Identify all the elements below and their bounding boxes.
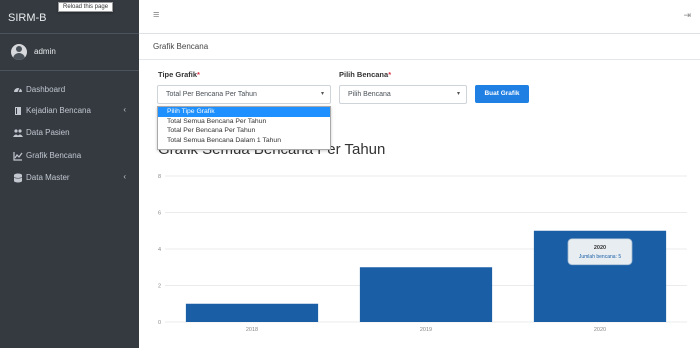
bar-chart: 2018 2019 2020 0 2 4 6 8 2020 Jumlah bencana: … <box>158 174 687 333</box>
chart-type-select[interactable]: Total Per Bencana Per Tahun ▾ <box>157 85 331 104</box>
required-mark: * <box>388 70 392 79</box>
brand-link[interactable]: SIRM-B Reload this page <box>0 0 139 34</box>
tooltip-text: Jumlah bencana: 5 <box>579 254 621 260</box>
required-mark: * <box>197 70 200 79</box>
sidebar-item-kejadian-bencana[interactable]: Kejadian Bencana ‹ <box>0 101 139 121</box>
x-tick-label: 2019 <box>420 327 432 333</box>
chevron-down-icon: ▾ <box>456 91 460 97</box>
sidebar-item-label: Dashboard <box>26 85 66 94</box>
chart-type-dropdown[interactable]: Pilih Tipe Grafik Total Semua Bencana Pe… <box>157 106 331 150</box>
dropdown-option[interactable]: Total Semua Bencana Dalam 1 Tahun <box>158 136 330 146</box>
disaster-label: Pilih Bencana* <box>339 70 392 79</box>
page-header: Grafik Bencana <box>139 34 700 60</box>
sidebar-item-dashboard[interactable]: Dashboard <box>0 80 139 100</box>
sidebar-item-grafik-bencana[interactable]: Grafik Bencana <box>0 146 139 166</box>
x-tick-label: 2020 <box>594 327 606 333</box>
sidebar-item-label: Data Pasien <box>26 128 70 137</box>
chart-line-icon <box>13 152 23 161</box>
database-icon <box>13 173 23 183</box>
tachometer-icon <box>14 87 22 93</box>
sidebar-item-label: Data Master <box>26 173 70 182</box>
chart-tooltip: 2020 Jumlah bencana: 5 <box>567 238 633 266</box>
bar-2018[interactable] <box>185 303 319 322</box>
chart-type-value: Total Per Bencana Per Tahun <box>166 91 257 98</box>
chevron-down-icon: ▾ <box>320 91 324 97</box>
page-title: Grafik Bencana <box>153 42 209 51</box>
users-icon <box>13 129 23 137</box>
disaster-select[interactable]: Pilih Bencana ▾ <box>339 85 467 104</box>
dropdown-option[interactable]: Pilih Tipe Grafik <box>158 107 330 117</box>
user-name: admin <box>34 47 56 56</box>
sidebar-item-data-pasien[interactable]: Data Pasien <box>0 123 139 143</box>
create-chart-button[interactable]: Buat Grafik <box>475 85 529 103</box>
y-tick-label: 2 <box>158 284 161 290</box>
chevron-left-icon: ‹ <box>123 172 126 181</box>
disaster-value: Pilih Bencana <box>348 91 391 98</box>
avatar <box>11 44 27 60</box>
y-tick-label: 6 <box>158 211 161 217</box>
reload-tooltip: Reload this page <box>58 2 114 12</box>
user-panel[interactable]: admin <box>0 34 139 71</box>
sidebar-item-data-master[interactable]: Data Master ‹ <box>0 168 139 188</box>
y-tick-label: 8 <box>158 174 161 180</box>
y-tick-label: 0 <box>158 320 161 326</box>
brand-name: SIRM-B <box>8 12 47 24</box>
top-navbar: ≡ ⇥ <box>139 0 700 34</box>
menu-toggle-icon[interactable]: ≡ <box>153 9 159 21</box>
logout-icon[interactable]: ⇥ <box>683 10 691 21</box>
sidebar: SIRM-B Reload this page admin Dashboard … <box>0 0 139 348</box>
chevron-left-icon: ‹ <box>123 105 126 114</box>
dropdown-option[interactable]: Total Semua Bencana Per Tahun <box>158 117 330 127</box>
bar-2019[interactable] <box>359 267 493 322</box>
dropdown-option[interactable]: Total Per Bencana Per Tahun <box>158 126 330 136</box>
sidebar-item-label: Grafik Bencana <box>26 151 82 160</box>
x-tick-label: 2018 <box>246 327 258 333</box>
chart-type-label: Tipe Grafik* <box>158 70 200 79</box>
book-icon <box>15 107 21 115</box>
tooltip-category: 2020 <box>594 245 606 251</box>
sidebar-item-label: Kejadian Bencana <box>26 106 91 115</box>
y-tick-label: 4 <box>158 247 161 253</box>
